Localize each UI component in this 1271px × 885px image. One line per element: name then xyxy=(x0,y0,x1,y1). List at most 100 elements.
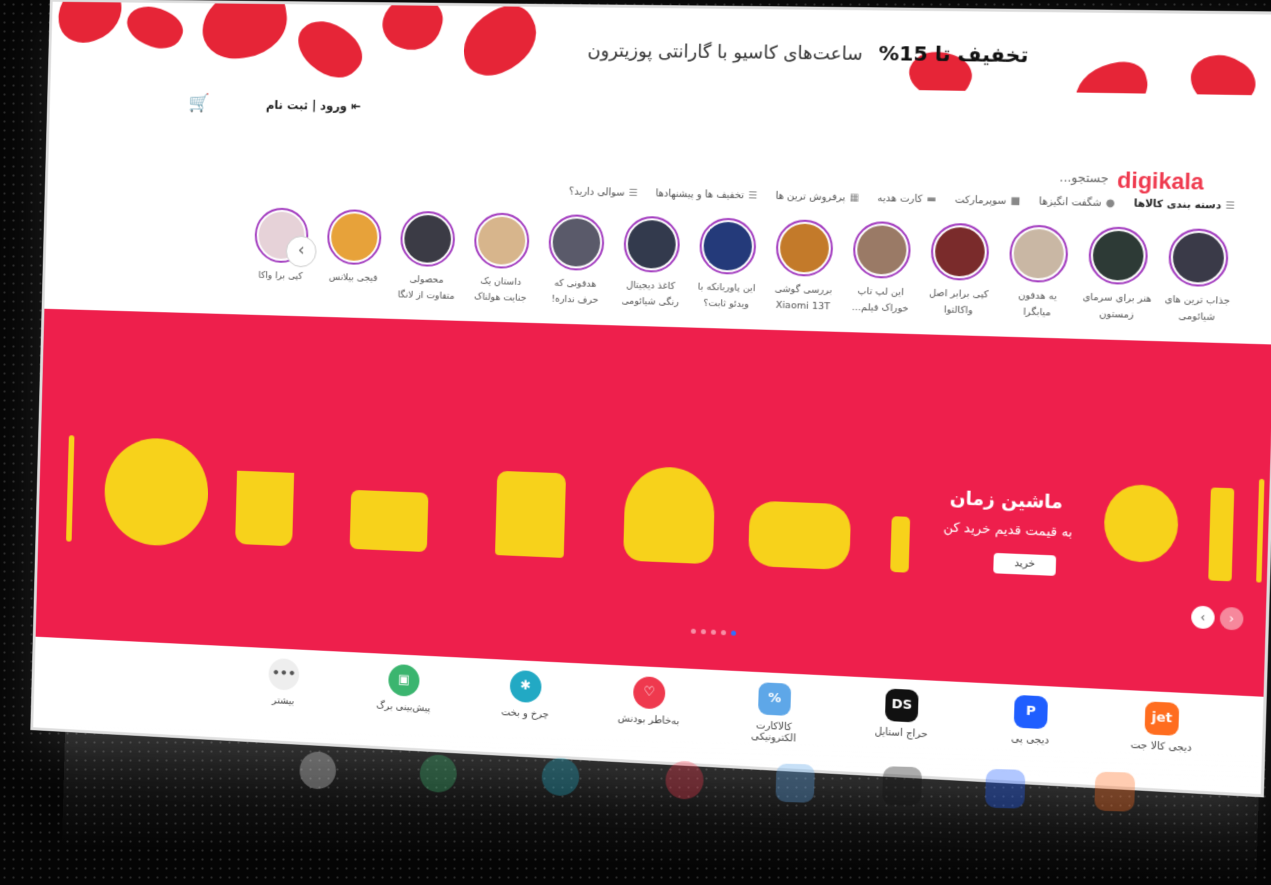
carousel-dots xyxy=(690,628,737,636)
story-ring xyxy=(473,212,530,270)
story-ring xyxy=(1008,224,1069,284)
service-item[interactable]: DS حراج استایل xyxy=(865,687,938,752)
list-icon: ☰ xyxy=(748,190,758,202)
story-avatar xyxy=(1092,230,1145,281)
story-avatar xyxy=(1013,228,1065,279)
nav-item-label: کارت هدیه xyxy=(877,193,923,206)
carousel-prev-button[interactable]: ‹ xyxy=(1190,605,1215,630)
story-label: محصولی متفاوت از لانگا xyxy=(397,273,455,302)
rose-petal xyxy=(376,1,448,57)
service-item[interactable]: ▣ پیش‌بینی برگ xyxy=(369,663,438,726)
story-item[interactable]: هنر برای سرمای زمستون xyxy=(1082,226,1154,324)
promo-headline: تخفیف تا 15% xyxy=(878,40,1029,68)
rose-petal xyxy=(1181,42,1265,96)
story-ring xyxy=(399,210,456,268)
story-item[interactable]: داستان یک جنایت هولناک xyxy=(468,212,535,307)
plate-illustration xyxy=(103,436,210,548)
story-label: بررسی گوشی Xiaomi 13T xyxy=(774,283,833,313)
story-avatar xyxy=(627,219,677,269)
login-button[interactable]: ⇤ ورود | ثبت نام xyxy=(266,98,361,113)
login-label: ورود | ثبت نام xyxy=(265,97,348,114)
story-label: کپی برا واکا xyxy=(258,269,303,282)
wheel-icon: ✱ xyxy=(509,669,542,704)
nav-item-supermarket[interactable]: ■سوپرمارکت xyxy=(955,195,1021,208)
nav-item-offers[interactable]: ☰تخفیف ها و پیشنهادها xyxy=(655,188,757,201)
story-ring xyxy=(775,219,834,278)
service-label: کالاکارت الکترونیکی xyxy=(750,720,797,745)
story-ring xyxy=(852,220,912,280)
service-label: پیش‌بینی برگ xyxy=(375,700,431,715)
DS-icon: DS xyxy=(884,688,919,723)
story-item[interactable]: این پاوربانکه با ویدئو ثابت؟ xyxy=(693,217,762,313)
story-ring xyxy=(930,222,990,282)
reflection-icon xyxy=(984,768,1026,809)
nav-item-giftcard[interactable]: ▬کارت هدیه xyxy=(877,193,936,205)
reflection-icon xyxy=(882,766,923,806)
service-item[interactable]: ✱ چرخ و بخت xyxy=(490,669,560,732)
story-item[interactable]: محصولی متفاوت از لانگا xyxy=(394,210,461,305)
nav-item-label: سوالی دارید؟ xyxy=(568,186,625,199)
rose-petal xyxy=(50,1,130,51)
story-item[interactable]: فیجی بیلانس xyxy=(321,208,387,303)
carousel-dot[interactable] xyxy=(690,628,696,634)
carousel-dot[interactable] xyxy=(720,630,727,636)
story-item[interactable]: بررسی گوشی Xiaomi 13T xyxy=(769,219,839,316)
story-avatar xyxy=(403,214,452,264)
story-avatar xyxy=(330,212,379,262)
reflection-icon xyxy=(775,763,815,803)
story-label: این لپ تاپ خوراک فیلم... xyxy=(851,285,909,315)
story-item[interactable]: هدفونی که حرف نداره! xyxy=(542,213,610,309)
promo-banner[interactable]: تخفیف تا 15% ساعت‌های کاسیو با گارانتی پ… xyxy=(50,1,1271,96)
story-label: جذاب ترین های شیائومی xyxy=(1164,293,1231,324)
story-item[interactable]: یه هدفون میابگرا xyxy=(1002,224,1073,322)
service-item[interactable]: ♡ به‌خاطر بودنش xyxy=(613,675,684,739)
nav-item-faq[interactable]: ☰سوالی دارید؟ xyxy=(569,187,638,199)
story-item[interactable]: کاغذ دیجیتال رنگی شیائومی xyxy=(617,215,685,312)
carousel-dot-active[interactable] xyxy=(730,630,737,636)
nav-categories[interactable]: ☰دسته بندی کالاها xyxy=(1134,198,1235,212)
story-label: این پاوربانکه با ویدئو ثابت؟ xyxy=(697,281,756,311)
story-item[interactable]: کپی برابر اصل واکالتوا xyxy=(924,222,995,320)
carousel-next-button[interactable]: › xyxy=(1219,606,1244,631)
basket-icon: ■ xyxy=(1010,195,1021,208)
list-icon: ☰ xyxy=(628,187,638,199)
service-item[interactable]: ••• بیشتر xyxy=(249,657,317,719)
card-icon: ▬ xyxy=(926,194,937,206)
story-label: داستان یک جنایت هولناک xyxy=(473,275,527,304)
story-label: کپی برابر اصل واکالتوا xyxy=(928,287,989,317)
carousel-dot[interactable] xyxy=(700,629,707,635)
promo-description: ساعت‌های کاسیو با گارانتی پوزیترون xyxy=(587,40,863,65)
carousel-dot[interactable] xyxy=(710,629,717,635)
rose-petal xyxy=(1069,56,1154,96)
tag-icon: ● xyxy=(1105,197,1116,210)
story-item[interactable]: این لپ تاپ خوراک فیلم... xyxy=(846,220,916,318)
hero-title: ماشین زمان xyxy=(949,487,1064,514)
service-label: به‌خاطر بودنش xyxy=(617,713,680,728)
story-avatar xyxy=(779,223,830,273)
nav-item-bestsellers[interactable]: ▦پرفروش ترین ها xyxy=(775,191,859,204)
pay-icon: P xyxy=(1013,694,1048,730)
story-label: فیجی بیلانس xyxy=(328,271,378,284)
headphones-illustration xyxy=(623,465,716,565)
nav-item-label: تخفیف ها و پیشنهادها xyxy=(655,188,745,202)
%-icon: % xyxy=(757,682,792,717)
story-item[interactable]: جذاب ترین های شیائومی xyxy=(1162,228,1235,327)
reflection-icon xyxy=(541,757,580,797)
cart-icon[interactable]: 🛒 xyxy=(188,93,210,114)
service-item[interactable]: % کالاکارت الکترونیکی xyxy=(738,681,810,745)
nav-item-amazing[interactable]: ●شگفت انگیزها xyxy=(1039,196,1115,209)
nav-categories-label: دسته بندی کالاها xyxy=(1133,198,1222,212)
digikala-logo[interactable]: digikala xyxy=(1117,167,1204,196)
search-input[interactable]: جستجو... xyxy=(1059,170,1109,185)
hero-buy-button[interactable]: خرید xyxy=(993,552,1057,576)
digikala-page: تخفیف تا 15% ساعت‌های کاسیو با گارانتی پ… xyxy=(33,1,1271,795)
story-ring xyxy=(548,213,605,272)
reflection-icon xyxy=(419,754,458,793)
tube-illustration xyxy=(1208,487,1235,582)
chart-icon: ▦ xyxy=(849,192,860,204)
rose-petal xyxy=(451,1,548,87)
more-icon: ••• xyxy=(268,657,300,691)
story-avatar xyxy=(477,216,526,266)
hero-banner[interactable]: ماشین زمان به قیمت قدیم خرید کن خرید ‹ › xyxy=(35,308,1271,697)
reflection-icon xyxy=(299,751,337,790)
